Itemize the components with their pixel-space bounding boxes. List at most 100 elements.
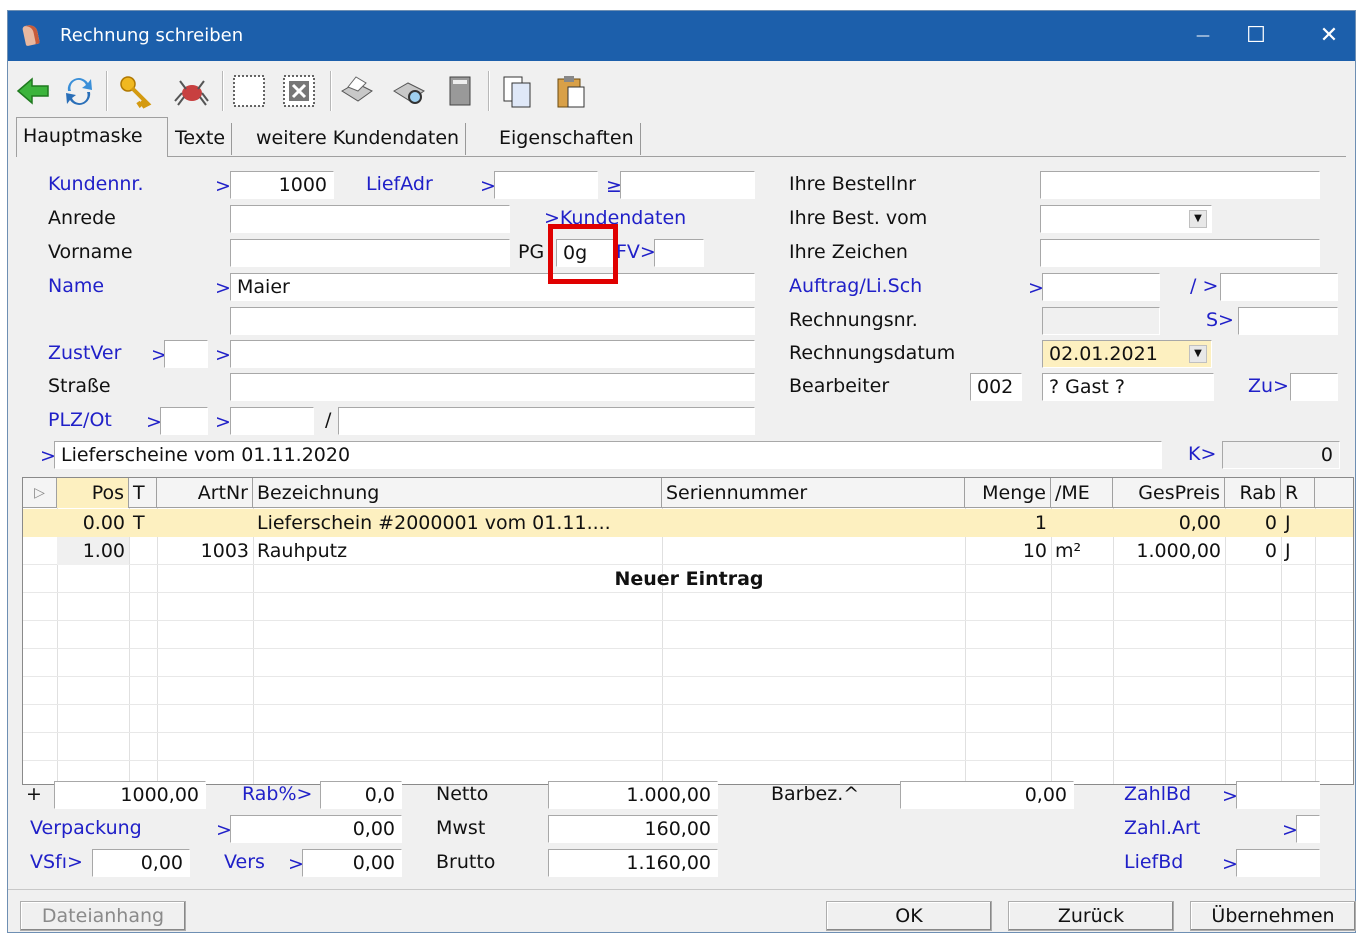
- col-seriennummer[interactable]: Seriennummer: [662, 478, 965, 508]
- chevron-down-icon[interactable]: ▼: [1189, 210, 1207, 228]
- name-field[interactable]: Maier: [230, 273, 755, 301]
- ortsteil-field[interactable]: [338, 407, 755, 435]
- ok-button[interactable]: OK: [826, 901, 992, 931]
- zurueck-button[interactable]: Zurück: [1008, 901, 1174, 931]
- zahlart-field[interactable]: [1296, 815, 1320, 843]
- vorname-field[interactable]: [230, 239, 510, 267]
- zahlart-label[interactable]: Zahl.Art: [1124, 817, 1200, 839]
- col-r[interactable]: R: [1281, 478, 1315, 508]
- maximize-button[interactable]: ☐: [1233, 11, 1279, 61]
- lisch-field[interactable]: [1220, 273, 1338, 301]
- search-spider-icon[interactable]: [172, 71, 210, 111]
- rechnungsdatum-combo[interactable]: 02.01.2021 ▼: [1042, 340, 1212, 368]
- zahlbd-field[interactable]: [1236, 781, 1320, 809]
- export-icon[interactable]: [440, 71, 478, 111]
- delete-icon[interactable]: [280, 71, 318, 111]
- plz-slash: /: [325, 409, 332, 431]
- kundennr-lookup-arrow[interactable]: >: [215, 175, 231, 197]
- ort-field[interactable]: [230, 407, 314, 435]
- zustver-name-arrow[interactable]: >: [215, 344, 231, 366]
- col-artnr[interactable]: ArtNr: [157, 478, 253, 508]
- zahlbd-label[interactable]: ZahlBd: [1124, 783, 1191, 805]
- vsfr-lookup[interactable]: VSfı>: [30, 851, 83, 873]
- fv-lookup-arrow[interactable]: FV>: [616, 241, 656, 263]
- fv-field[interactable]: [654, 239, 704, 267]
- col-pos[interactable]: Pos: [57, 478, 129, 508]
- name-lookup-arrow[interactable]: >: [215, 277, 231, 299]
- liefbd-label[interactable]: LiefBd: [1124, 851, 1183, 873]
- auftrag-label[interactable]: Auftrag/Li.Sch: [789, 275, 922, 297]
- zeichen-field[interactable]: [1040, 239, 1320, 267]
- brutto-field[interactable]: 1.160,00: [548, 849, 718, 877]
- liefadr-field[interactable]: [494, 171, 598, 199]
- dateianhang-button[interactable]: Dateianhang: [20, 901, 186, 931]
- liefbd-field[interactable]: [1236, 849, 1320, 877]
- zustver-field[interactable]: [164, 340, 208, 368]
- ort-lookup-arrow[interactable]: >: [215, 411, 231, 433]
- bearbeiter-name-field[interactable]: ? Gast ?: [1042, 373, 1214, 401]
- zu-lookup-arrow[interactable]: Zu>: [1248, 375, 1289, 397]
- liefadr-extra-field[interactable]: [620, 171, 755, 199]
- key-icon[interactable]: [116, 71, 154, 111]
- barbez-field[interactable]: 0,00: [900, 781, 1074, 809]
- best-vom-combo[interactable]: ▼: [1040, 205, 1212, 233]
- col-bezeichnung[interactable]: Bezeichnung: [253, 478, 662, 508]
- col-menge[interactable]: Menge: [965, 478, 1051, 508]
- paste-icon[interactable]: [552, 71, 590, 111]
- rab-percent-lookup[interactable]: Rab%>: [242, 783, 312, 805]
- netto-field[interactable]: 1.000,00: [548, 781, 718, 809]
- vers-label[interactable]: Vers: [224, 851, 265, 873]
- zustver-name-field[interactable]: [230, 340, 755, 368]
- rechnungsnr-field[interactable]: [1042, 307, 1160, 335]
- plz-field[interactable]: [160, 407, 208, 435]
- close-button[interactable]: ✕: [1306, 11, 1352, 61]
- mwst-field[interactable]: 160,00: [548, 815, 718, 843]
- plz-ort-label[interactable]: PLZ/Ot: [48, 409, 112, 431]
- verpackung-label[interactable]: Verpackung: [30, 817, 142, 839]
- col-rab[interactable]: Rab: [1225, 478, 1281, 508]
- back-arrow-icon[interactable]: [14, 71, 52, 111]
- col-gespreis[interactable]: GesPreis: [1113, 478, 1225, 508]
- new-entry-row[interactable]: Neuer Eintrag: [23, 565, 1353, 593]
- minimize-icon[interactable]: —: [1180, 11, 1226, 61]
- uebernehmen-button[interactable]: Übernehmen: [1190, 901, 1356, 931]
- print-preview-icon[interactable]: [390, 71, 428, 111]
- new-blank-icon[interactable]: [230, 71, 268, 111]
- name2-field[interactable]: [230, 307, 755, 335]
- table-row[interactable]: 1.00 1003 Rauhputz 10 m² 1.000,00 0 J: [23, 537, 1353, 565]
- k-lookup-arrow[interactable]: K>: [1188, 443, 1216, 465]
- copy-icon[interactable]: [498, 71, 536, 111]
- rab-percent-field[interactable]: 0,0: [320, 781, 402, 809]
- chevron-down-icon[interactable]: ▼: [1189, 345, 1207, 363]
- zustver-label[interactable]: ZustVer: [48, 342, 121, 364]
- anrede-field[interactable]: [230, 205, 510, 233]
- zu-field[interactable]: [1290, 373, 1338, 401]
- tab-eigenschaften[interactable]: Eigenschaften: [493, 123, 641, 155]
- kundennr-field[interactable]: 1000: [230, 171, 334, 199]
- refresh-icon[interactable]: [60, 71, 98, 111]
- s-lookup-arrow[interactable]: S>: [1206, 309, 1234, 331]
- lieferschein-text-field[interactable]: Lieferscheine vom 01.11.2020: [54, 441, 1162, 469]
- s-field[interactable]: [1238, 307, 1338, 335]
- print-icon[interactable]: [338, 71, 376, 111]
- lisch-lookup-arrow[interactable]: / >: [1190, 275, 1218, 297]
- liefadr-label[interactable]: LiefAdr: [366, 173, 433, 195]
- k-field[interactable]: 0: [1222, 441, 1340, 469]
- bearbeiter-code-field[interactable]: 002: [970, 373, 1022, 401]
- verpackung-field[interactable]: 0,00: [230, 815, 402, 843]
- tab-hauptmaske[interactable]: Hauptmaske: [16, 117, 168, 157]
- col-me[interactable]: /ME: [1051, 478, 1113, 508]
- tab-texte[interactable]: Texte: [169, 123, 233, 155]
- vsfr-field[interactable]: 0,00: [92, 849, 190, 877]
- col-t[interactable]: T: [129, 478, 157, 508]
- sum-field[interactable]: 1000,00: [54, 781, 206, 809]
- name-label[interactable]: Name: [48, 275, 104, 297]
- vers-field[interactable]: 0,00: [302, 849, 402, 877]
- strasse-field[interactable]: [230, 373, 755, 401]
- bestellnr-field[interactable]: [1040, 171, 1320, 199]
- table-row[interactable]: 0.00 T Lieferschein #2000001 vom 01.11..…: [23, 509, 1353, 537]
- positions-table[interactable]: ▷ Pos T ArtNr Bezeichnung Seriennummer M…: [22, 477, 1354, 785]
- tab-weitere-kundendaten[interactable]: weitere Kundendaten: [250, 123, 467, 155]
- kundennr-label[interactable]: Kundennr.: [48, 173, 144, 195]
- auftrag-field[interactable]: [1042, 273, 1160, 301]
